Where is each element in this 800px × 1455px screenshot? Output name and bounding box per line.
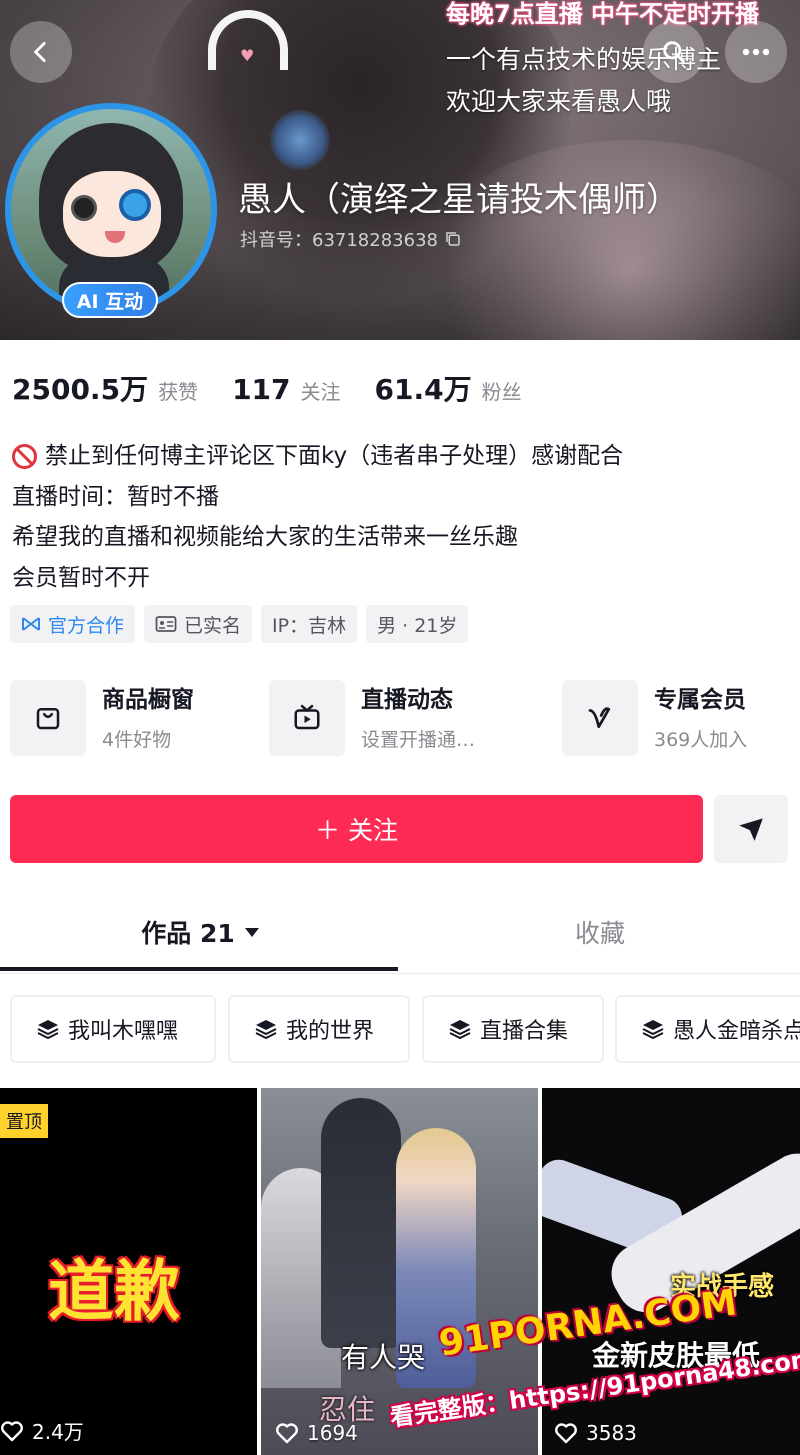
feature-subtitle: 369人加入	[654, 729, 748, 751]
shop-window-card[interactable]: 商品橱窗 4件好物	[10, 680, 194, 756]
tab-collect[interactable]: 收藏	[400, 890, 800, 974]
banner-text: 欢迎大家来看愚人哦	[446, 87, 672, 116]
stack-icon	[449, 1020, 471, 1040]
gender-age-tag: 男 · 21岁	[366, 605, 469, 643]
tv-icon	[294, 704, 320, 730]
profile-header: ♥ 每晚7点直播 中午不定时开播 一个有点技术的娱乐博主 欢迎大家来看愚人哦 A…	[0, 0, 800, 340]
search-button[interactable]	[643, 21, 705, 83]
share-button[interactable]	[714, 795, 788, 863]
avatar-image	[11, 109, 211, 309]
stack-icon	[37, 1020, 59, 1040]
douyin-id[interactable]: 抖音号：63718283638	[240, 226, 462, 252]
video-caption: 有人哭	[341, 1341, 426, 1374]
video-thumbnail[interactable]: 置顶 道歉 2.4万	[0, 1088, 257, 1455]
tab-indicator	[0, 967, 398, 971]
copy-icon	[446, 232, 460, 246]
video-likes: 1694	[275, 1421, 358, 1445]
followers-count[interactable]: 61.4万	[375, 368, 472, 408]
profile-stats: 2500.5万 获赞 117 关注 61.4万 粉丝	[12, 368, 556, 408]
collection-chip[interactable]: 直播合集	[422, 995, 604, 1063]
search-icon	[663, 41, 685, 63]
feature-cards: 商品橱窗 4件好物 直播动态 设置开播通… 专属会员 369人加入	[10, 680, 790, 760]
prohibited-icon	[12, 443, 37, 469]
follow-button[interactable]: ＋ 关注	[10, 795, 703, 863]
video-title: 道歉	[48, 1253, 180, 1330]
caret-down-icon	[244, 927, 259, 937]
collection-chip[interactable]: 我叫木嘿嘿	[10, 995, 216, 1063]
ai-interact-badge[interactable]: AI 互动	[62, 282, 158, 318]
following-count[interactable]: 117	[232, 373, 290, 406]
profile-bio: 禁止到任何博主评论区下面ky（违者串子处理）感谢配合 直播时间：暂时不播 希望我…	[12, 436, 623, 598]
stack-icon	[642, 1020, 664, 1040]
live-status-card[interactable]: 直播动态 设置开播通…	[269, 680, 475, 756]
v-member-icon	[588, 707, 611, 729]
feature-title: 商品橱窗	[102, 687, 194, 713]
heart-outline-icon	[555, 1423, 577, 1444]
more-dots-icon	[742, 48, 770, 56]
profile-nickname: 愚人（演绎之星请投木偶师）	[238, 180, 680, 220]
membership-card[interactable]: 专属会员 369人加入	[562, 680, 747, 756]
profile-tags: 官方合作 已实名 IP：吉林 男 · 21岁	[10, 605, 469, 643]
video-likes: 2.4万	[0, 1416, 84, 1445]
feature-title: 专属会员	[654, 687, 746, 713]
ip-location-tag: IP：吉林	[261, 605, 358, 643]
following-label: 关注	[300, 380, 341, 404]
collection-chips: 我叫木嘿嘿 我的世界 直播合集 愚人金暗杀点	[0, 995, 800, 1065]
official-partner-tag[interactable]: 官方合作	[10, 605, 136, 643]
collection-chip[interactable]: 我的世界	[228, 995, 410, 1063]
pinned-badge: 置顶	[0, 1104, 48, 1138]
feature-subtitle: 设置开播通…	[361, 729, 476, 751]
more-button[interactable]	[725, 21, 787, 83]
feature-subtitle: 4件好物	[102, 729, 172, 751]
live-schedule-text: 每晚7点直播 中午不定时开播	[446, 0, 760, 28]
heart-outline-icon	[276, 1423, 298, 1444]
bio-line: 希望我的直播和视频能给大家的生活带来一丝乐趣	[12, 524, 518, 550]
verified-tag[interactable]: 已实名	[144, 605, 253, 643]
feature-title: 直播动态	[361, 687, 453, 713]
send-icon	[739, 818, 763, 841]
video-likes: 3583	[554, 1421, 637, 1445]
back-button[interactable]	[10, 21, 72, 83]
chevron-left-icon	[34, 41, 46, 63]
likes-label: 获赞	[158, 380, 199, 404]
bio-line: 会员暂时不开	[12, 564, 150, 591]
id-card-icon	[155, 616, 177, 632]
stack-icon	[255, 1020, 277, 1040]
heart-outline-icon	[1, 1420, 23, 1441]
official-icon	[22, 617, 40, 631]
bio-line: 直播时间：暂时不播	[12, 483, 219, 510]
heart-icon: ♥	[240, 46, 255, 65]
likes-count[interactable]: 2500.5万	[12, 368, 148, 408]
collection-chip[interactable]: 愚人金暗杀点	[615, 995, 800, 1063]
douyin-id-text: 抖音号：63718283638	[240, 230, 438, 251]
followers-label: 粉丝	[481, 380, 522, 404]
tab-works[interactable]: 作品 21	[0, 890, 400, 974]
bio-line: 禁止到任何博主评论区下面ky（违者串子处理）感谢配合	[12, 436, 623, 477]
shop-bag-icon	[36, 708, 60, 730]
profile-tabs: 作品 21 收藏	[0, 890, 800, 974]
